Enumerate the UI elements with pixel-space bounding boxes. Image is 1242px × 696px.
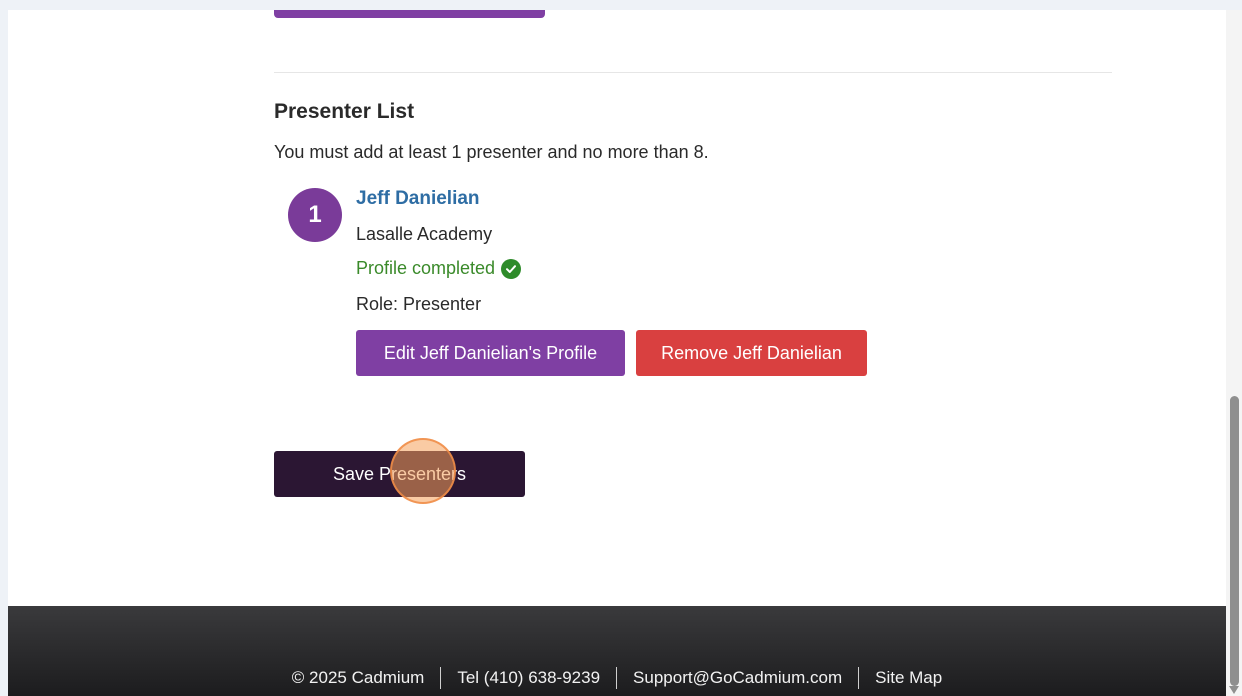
scrollbar-thumb[interactable] [1230,396,1239,686]
previous-section-button[interactable] [274,10,545,18]
check-circle-icon [501,258,522,279]
profile-status: Profile completed [356,258,522,279]
profile-status-label: Profile completed [356,258,496,278]
edit-profile-button[interactable]: Edit Jeff Danielian's Profile [356,330,625,376]
scroll-down-arrow-icon[interactable] [1229,686,1239,694]
presenter-name-link[interactable]: Jeff Danielian [356,188,480,210]
remove-presenter-button[interactable]: Remove Jeff Danielian [636,330,867,376]
vertical-scrollbar[interactable] [1226,10,1242,696]
footer-links: © 2025 Cadmium Tel (410) 638-9239 Suppor… [8,667,1226,689]
footer-email-link[interactable]: Support@GoCadmium.com [617,668,858,688]
presenter-list-title: Presenter List [274,100,415,123]
presenter-role: Role: Presenter [356,294,482,314]
presenter-number-badge: 1 [288,188,342,242]
presenter-item: 1 Jeff Danielian Lasalle Academy Profile… [288,186,988,386]
footer-sitemap-link[interactable]: Site Map [859,668,958,688]
section-divider [274,72,1112,73]
footer: © 2025 Cadmium Tel (410) 638-9239 Suppor… [8,606,1226,696]
presenter-list-instructions: You must add at least 1 presenter and no… [274,142,709,162]
page-content: Presenter List You must add at least 1 p… [8,10,1226,696]
footer-phone-link[interactable]: Tel (410) 638-9239 [441,668,616,688]
save-presenters-button[interactable]: Save Presenters [274,451,525,497]
presenter-organization: Lasalle Academy [356,224,493,244]
footer-copyright: © 2025 Cadmium [291,668,425,687]
